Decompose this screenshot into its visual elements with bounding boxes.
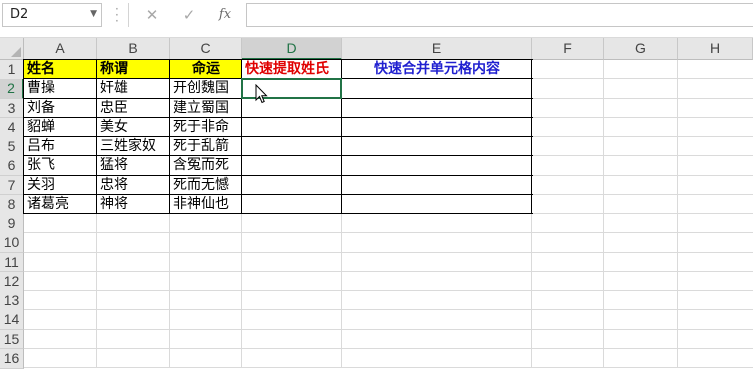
column-header-h[interactable]: H xyxy=(678,38,753,60)
gridline-column xyxy=(603,60,604,368)
select-all-button[interactable] xyxy=(0,38,24,60)
formula-bar: D2 ▼ · · · ✕ ✓ fx xyxy=(0,0,753,38)
row-header-10[interactable]: 10 xyxy=(0,233,24,253)
table-cell[interactable] xyxy=(242,176,342,195)
row-header-15[interactable]: 15 xyxy=(0,329,24,350)
column-header-f[interactable]: F xyxy=(532,38,604,60)
table-cell[interactable] xyxy=(342,99,532,118)
table-header-cell[interactable]: 快速提取姓氏 xyxy=(242,60,342,79)
table-cell[interactable]: 三姓家奴 xyxy=(97,137,170,156)
row-header-1[interactable]: 1 xyxy=(0,60,24,80)
table-cell[interactable]: 非神仙也 xyxy=(170,195,242,214)
gridline-row xyxy=(24,270,753,272)
table-border-vertical xyxy=(241,59,242,214)
table-cell[interactable] xyxy=(342,176,532,195)
table-header-cell[interactable]: 姓名 xyxy=(24,60,97,80)
table-cell[interactable] xyxy=(242,137,342,156)
table-border-vertical xyxy=(531,59,532,214)
mouse-pointer-icon xyxy=(255,84,268,104)
table-cell[interactable]: 奸雄 xyxy=(97,79,170,98)
row-header-3[interactable]: 3 xyxy=(0,98,24,119)
column-header-b[interactable]: B xyxy=(97,38,170,60)
gridline-column xyxy=(677,60,678,368)
table-cell[interactable]: 死于非命 xyxy=(170,118,242,137)
table-cell[interactable]: 建立蜀国 xyxy=(170,99,242,118)
row-header-7[interactable]: 7 xyxy=(0,175,24,196)
table-cell[interactable]: 刘备 xyxy=(24,99,97,118)
table-border-vertical xyxy=(169,59,170,214)
column-header-c[interactable]: C xyxy=(170,38,242,60)
row-header-14[interactable]: 14 xyxy=(0,310,24,330)
table-border-horizontal xyxy=(24,174,533,176)
table-cell[interactable]: 关羽 xyxy=(24,176,97,195)
table-cell[interactable]: 忠将 xyxy=(97,176,170,195)
table-cell[interactable] xyxy=(242,195,342,214)
row-header-13[interactable]: 13 xyxy=(0,291,24,311)
table-cell[interactable] xyxy=(342,156,532,175)
table-border-vertical xyxy=(341,59,342,214)
table-cell[interactable] xyxy=(242,156,342,175)
enter-icon[interactable]: ✓ xyxy=(176,4,202,26)
table-border-horizontal xyxy=(24,193,533,195)
cancel-icon[interactable]: ✕ xyxy=(139,4,165,26)
table-header-cell[interactable]: 快速合并单元格内容 xyxy=(342,60,532,79)
column-header-g[interactable]: G xyxy=(604,38,678,60)
row-header-5[interactable]: 5 xyxy=(0,137,24,157)
gridline-row xyxy=(24,347,753,349)
table-border-vertical xyxy=(23,59,24,214)
row-header-12[interactable]: 12 xyxy=(0,271,24,292)
column-header-a[interactable]: A xyxy=(24,38,97,60)
row-header-6[interactable]: 6 xyxy=(0,156,24,176)
table-cell[interactable] xyxy=(342,137,532,156)
column-header-d[interactable]: D xyxy=(242,38,342,60)
name-box[interactable]: D2 ▼ xyxy=(2,3,102,27)
table-border-horizontal xyxy=(24,136,533,137)
gridline-row xyxy=(24,251,753,253)
select-all-triangle-icon xyxy=(11,47,21,57)
table-cell[interactable] xyxy=(342,79,532,98)
name-box-value: D2 xyxy=(10,7,29,22)
formula-bar-divider xyxy=(128,3,129,27)
table-cell[interactable]: 猛将 xyxy=(97,156,170,175)
table-cell[interactable]: 含冤而死 xyxy=(170,156,242,175)
table-cell[interactable]: 曹操 xyxy=(24,79,97,98)
row-header-11[interactable]: 11 xyxy=(0,252,24,273)
table-cell[interactable]: 死而无憾 xyxy=(170,176,242,195)
table-border-horizontal xyxy=(24,213,533,214)
row-header-16[interactable]: 16 xyxy=(0,348,24,369)
table-cell[interactable]: 开创魏国 xyxy=(170,79,242,98)
formula-input[interactable] xyxy=(246,3,753,27)
table-header-cell[interactable]: 称谓 xyxy=(97,60,170,80)
table-border-horizontal xyxy=(24,59,533,60)
table-border-vertical xyxy=(96,59,97,214)
table-border-horizontal xyxy=(24,116,533,118)
chevron-down-icon[interactable]: ▼ xyxy=(90,9,97,19)
drag-handle-icon[interactable]: · · · xyxy=(115,3,119,27)
table-cell[interactable] xyxy=(342,118,532,137)
table-cell[interactable]: 张飞 xyxy=(24,156,97,175)
row-header-8[interactable]: 8 xyxy=(0,194,24,215)
row-header-9[interactable]: 9 xyxy=(0,214,24,234)
gridline-row xyxy=(24,328,753,330)
insert-function-icon[interactable]: fx xyxy=(212,4,238,26)
table-cell[interactable]: 死于乱箭 xyxy=(170,137,242,156)
gridline-row xyxy=(24,309,753,311)
table-cell[interactable] xyxy=(242,118,342,137)
table-cell[interactable]: 吕布 xyxy=(24,137,97,156)
table-border-horizontal xyxy=(24,78,533,80)
column-header-e[interactable]: E xyxy=(342,38,532,60)
table-cell[interactable]: 貂蝉 xyxy=(24,118,97,137)
table-cell[interactable] xyxy=(342,195,532,214)
table-cell[interactable]: 神将 xyxy=(97,195,170,214)
gridline-row xyxy=(24,290,753,291)
table-cell[interactable]: 诸葛亮 xyxy=(24,195,97,214)
table-cell[interactable]: 美女 xyxy=(97,118,170,137)
row-header-4[interactable]: 4 xyxy=(0,117,24,138)
table-cell[interactable]: 忠臣 xyxy=(97,99,170,118)
row-header-2[interactable]: 2 xyxy=(0,79,24,99)
table-border-horizontal xyxy=(24,155,533,157)
table-border-horizontal xyxy=(24,97,533,99)
gridline-row xyxy=(24,232,753,234)
table-header-cell[interactable]: 命运 xyxy=(170,60,242,80)
